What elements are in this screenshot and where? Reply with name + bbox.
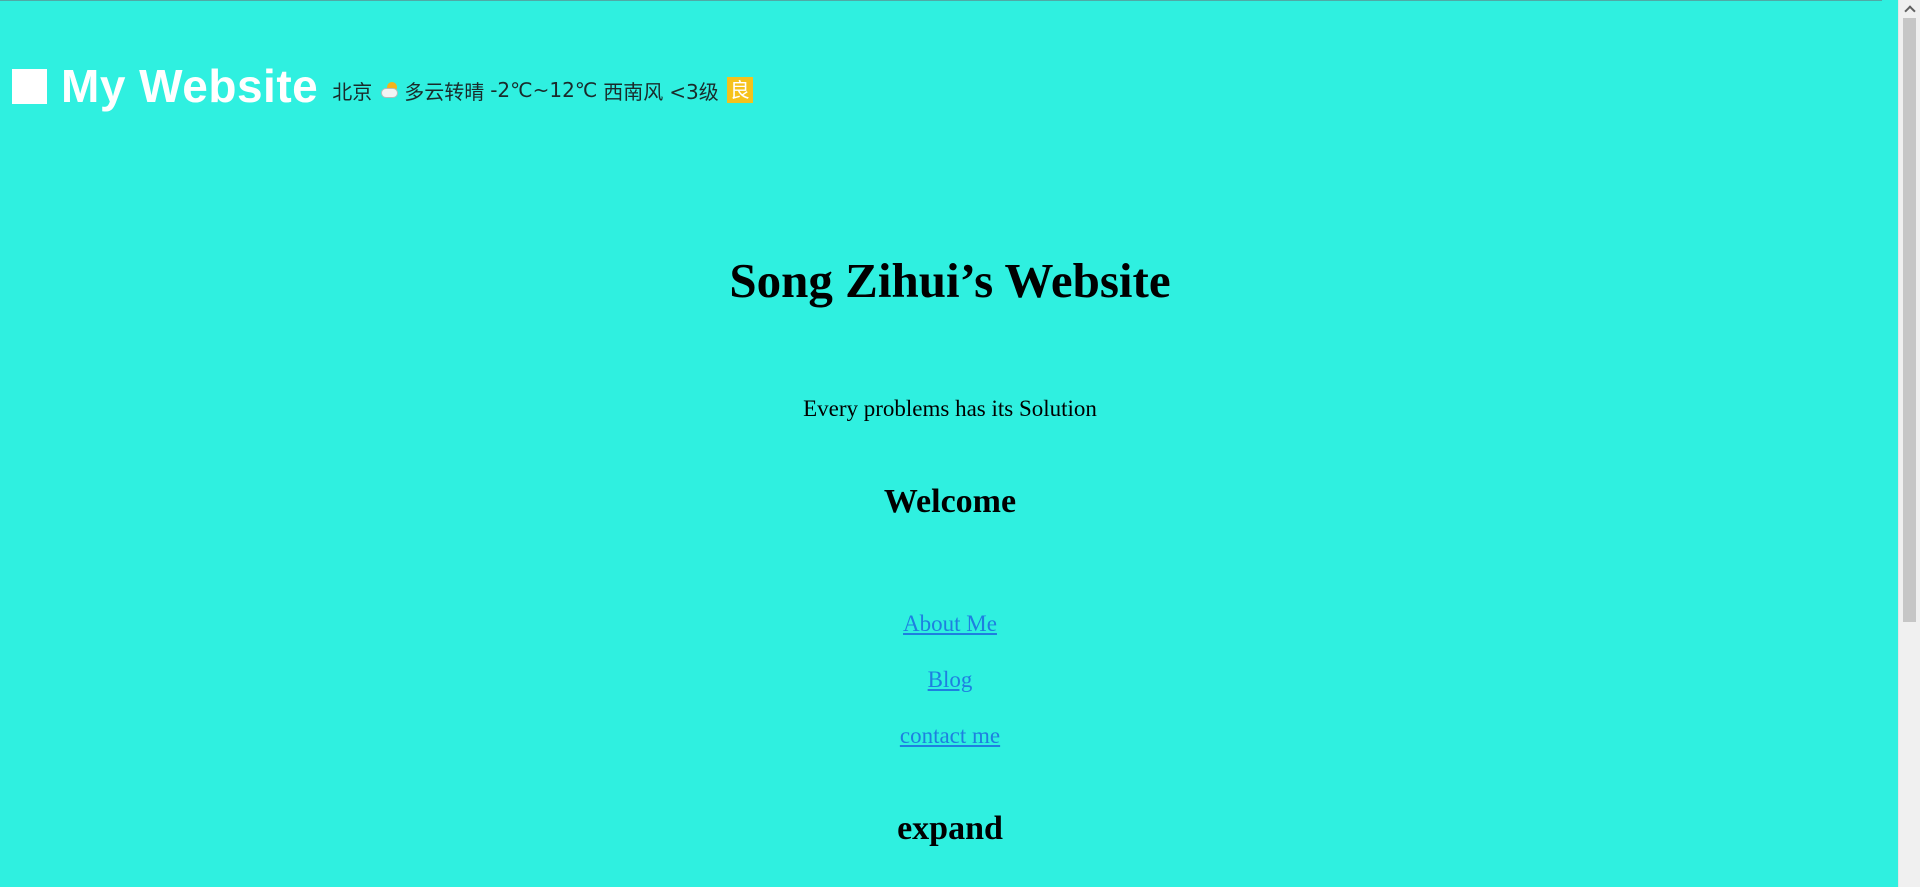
square-logo-icon bbox=[12, 68, 47, 104]
blog-link[interactable]: Blog bbox=[928, 667, 973, 692]
weather-widget[interactable]: 北京 多云转晴 -2℃~12℃ 西南风 <3级 良 bbox=[332, 68, 759, 105]
site-header: My Website 北京 多云转晴 -2℃~12℃ 西南风 <3级 良 bbox=[12, 56, 759, 116]
contact-link-row: contact me bbox=[0, 723, 1882, 749]
top-border bbox=[0, 0, 1882, 1]
scroll-up-arrow-icon[interactable] bbox=[1899, 0, 1920, 17]
aqi-badge: 良 bbox=[726, 77, 753, 103]
site-title: My Website bbox=[61, 60, 319, 112]
page-title: Song Zihui’s Website bbox=[729, 253, 1171, 308]
scrollbar-thumb[interactable] bbox=[1903, 18, 1916, 622]
weather-wind: 西南风 bbox=[603, 79, 664, 104]
weather-city: 北京 bbox=[332, 79, 373, 104]
weather-wind-level: <3级 bbox=[669, 79, 719, 104]
partly-cloudy-icon bbox=[380, 81, 399, 99]
expand-heading[interactable]: expand bbox=[0, 810, 1882, 848]
contact-me-link[interactable]: contact me bbox=[900, 723, 1000, 748]
about-me-link[interactable]: About Me bbox=[903, 611, 997, 636]
blog-link-row: Blog bbox=[0, 667, 1882, 693]
vertical-scrollbar[interactable] bbox=[1898, 0, 1920, 887]
welcome-heading: Welcome bbox=[883, 483, 1017, 520]
tagline: Every problems has its Solution bbox=[803, 396, 1097, 421]
weather-temperature: -2℃~12℃ bbox=[490, 78, 598, 102]
weather-condition: 多云转晴 bbox=[404, 79, 485, 104]
about-link-row: About Me bbox=[0, 611, 1882, 637]
page-viewport: My Website 北京 多云转晴 -2℃~12℃ 西南风 <3级 良 Son… bbox=[0, 0, 1882, 887]
